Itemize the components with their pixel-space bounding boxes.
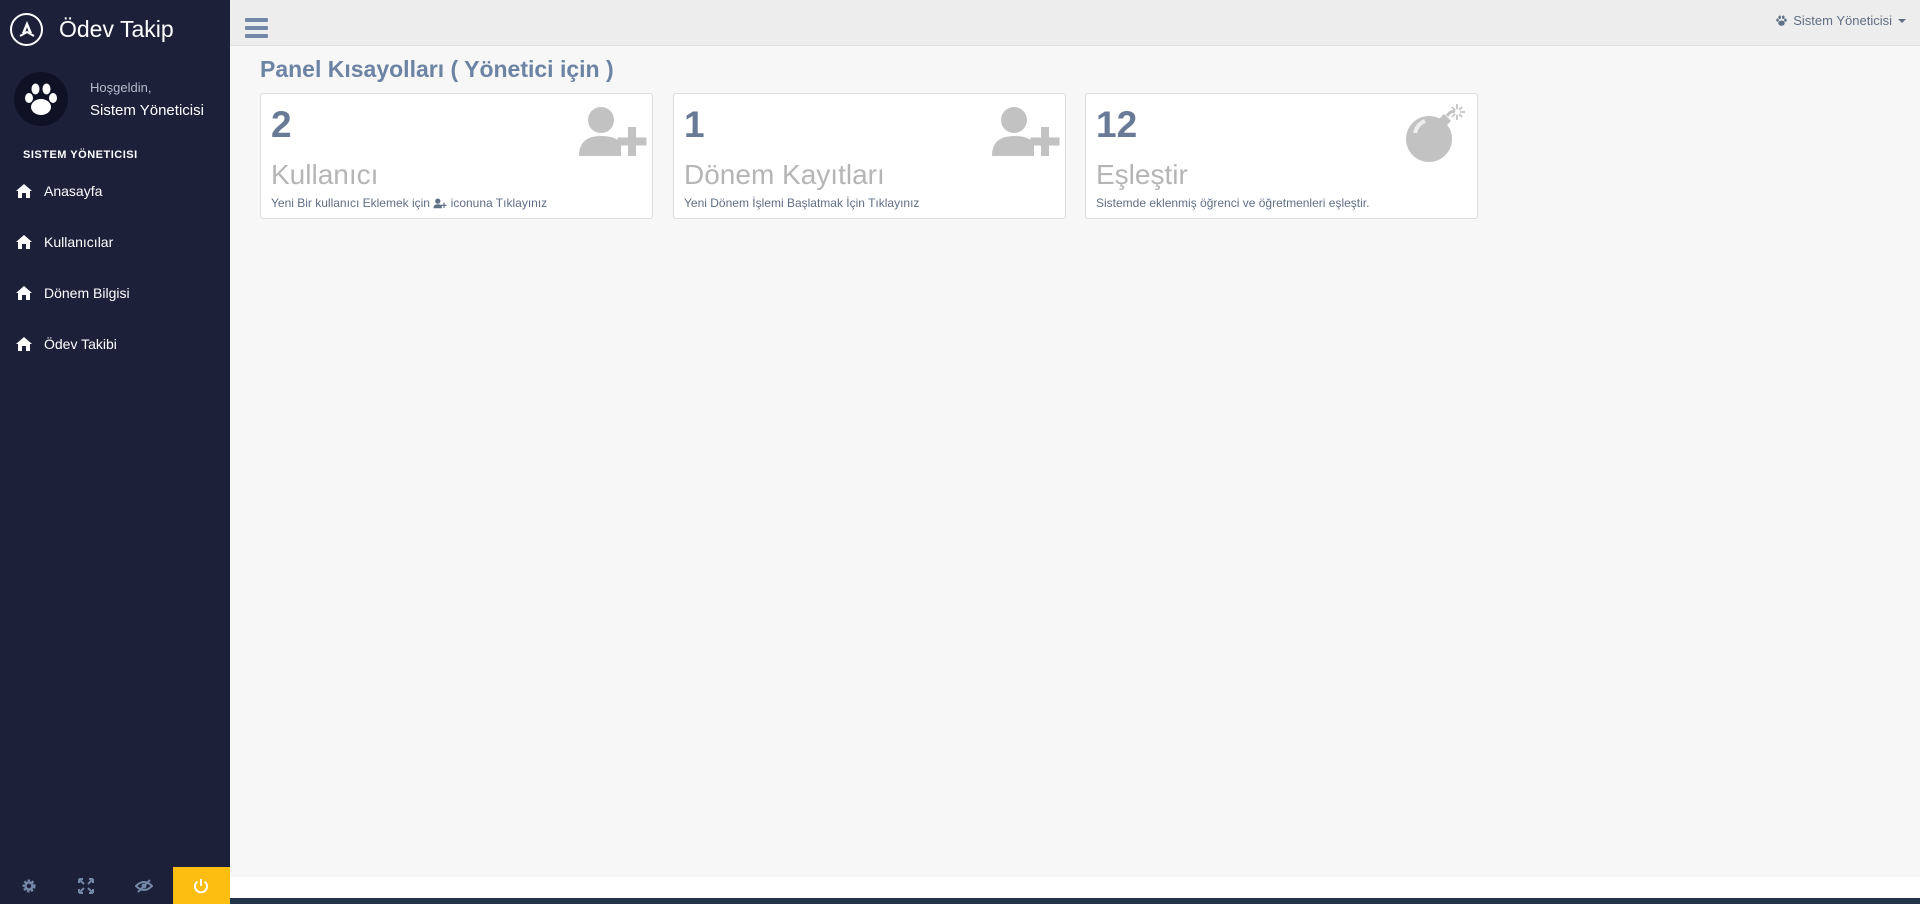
menu-toggle-icon[interactable] bbox=[245, 18, 268, 38]
topbar: Sistem Yöneticisi bbox=[230, 0, 1920, 46]
app-title: Ödev Takip bbox=[59, 16, 174, 42]
logo-icon bbox=[10, 13, 43, 46]
menu-section-header: SISTEM YÖNETICISI bbox=[23, 149, 138, 161]
card-description: Sistemde eklenmiş öğrenci ve öğretmenler… bbox=[1096, 196, 1370, 210]
fullscreen-button[interactable] bbox=[58, 867, 116, 904]
home-icon bbox=[16, 336, 32, 351]
sidebar-item-label: Kullanıcılar bbox=[44, 233, 114, 250]
paw-icon bbox=[25, 83, 57, 115]
footer bbox=[230, 877, 1920, 898]
welcome-text: Hoşgeldin, bbox=[90, 79, 152, 95]
home-icon bbox=[16, 183, 32, 198]
brand[interactable]: Ödev Takip bbox=[0, 0, 230, 59]
page-title: Panel Kısayolları ( Yönetici için ) bbox=[260, 56, 614, 82]
sidebar-footer bbox=[0, 867, 230, 904]
card-description: Yeni Bir kullanıcı Eklemek için iconuna … bbox=[271, 196, 547, 210]
user-plus-icon[interactable] bbox=[990, 106, 1060, 163]
paw-icon bbox=[1776, 15, 1787, 26]
user-dropdown[interactable]: Sistem Yöneticisi bbox=[1775, 13, 1906, 28]
card-count: 1 bbox=[684, 104, 705, 145]
sidebar-menu: Anasayfa Kullanıcılar Dönem Bilgisi Ödev… bbox=[0, 165, 230, 369]
sidebar-item-label: Dönem Bilgisi bbox=[44, 284, 130, 301]
card-description: Yeni Dönem İşlemi Başlatmak İçin Tıklayı… bbox=[684, 196, 920, 210]
power-icon bbox=[194, 878, 209, 893]
card-count: 2 bbox=[271, 104, 292, 145]
user-name: Sistem Yöneticisi bbox=[90, 101, 204, 119]
user-dropdown-label: Sistem Yöneticisi bbox=[1793, 13, 1892, 28]
chevron-down-icon bbox=[1898, 18, 1906, 23]
user-profile: Hoşgeldin, Sistem Yöneticisi bbox=[0, 59, 230, 139]
sidebar-item-label: Anasayfa bbox=[44, 182, 103, 199]
lock-screen-button[interactable] bbox=[115, 867, 173, 904]
card-donem-kayitlari[interactable]: 1 Dönem Kayıtları Yeni Dönem İşlemi Başl… bbox=[673, 93, 1066, 219]
card-description-text: Yeni Bir kullanıcı Eklemek için bbox=[271, 196, 430, 210]
home-icon bbox=[16, 234, 32, 249]
fullscreen-icon bbox=[78, 877, 95, 894]
card-kullanici[interactable]: 2 Kullanıcı Yeni Bir kullanıcı Eklemek i… bbox=[260, 93, 653, 219]
card-count: 12 bbox=[1096, 104, 1138, 145]
gear-icon bbox=[22, 879, 36, 892]
settings-button[interactable] bbox=[0, 867, 58, 904]
sidebar-item-anasayfa[interactable]: Anasayfa bbox=[0, 165, 230, 216]
sidebar-item-kullanicilar[interactable]: Kullanıcılar bbox=[0, 216, 230, 267]
bomb-icon[interactable] bbox=[1403, 102, 1465, 169]
card-title: Dönem Kayıtları bbox=[684, 159, 885, 190]
card-title: Kullanıcı bbox=[271, 159, 379, 190]
card-description-text: iconuna Tıklayınız bbox=[450, 196, 548, 210]
home-icon bbox=[16, 285, 32, 300]
card-title: Eşleştir bbox=[1096, 159, 1188, 190]
eye-slash-icon bbox=[134, 878, 153, 893]
logout-button[interactable] bbox=[172, 867, 230, 904]
sidebar-item-label: Ödev Takibi bbox=[44, 335, 117, 352]
sidebar-item-donem-bilgisi[interactable]: Dönem Bilgisi bbox=[0, 267, 230, 318]
footer-divider bbox=[230, 898, 1920, 904]
user-plus-icon bbox=[433, 198, 447, 209]
avatar bbox=[14, 72, 68, 126]
sidebar: Ödev Takip Hoşgeldin, Sistem Yöneticisi … bbox=[0, 0, 230, 904]
sidebar-item-odev-takibi[interactable]: Ödev Takibi bbox=[0, 318, 230, 369]
user-plus-icon[interactable] bbox=[577, 106, 647, 163]
card-eslestir[interactable]: 12 Eşleştir Sistemde eklenmiş öğrenci ve… bbox=[1085, 93, 1478, 219]
